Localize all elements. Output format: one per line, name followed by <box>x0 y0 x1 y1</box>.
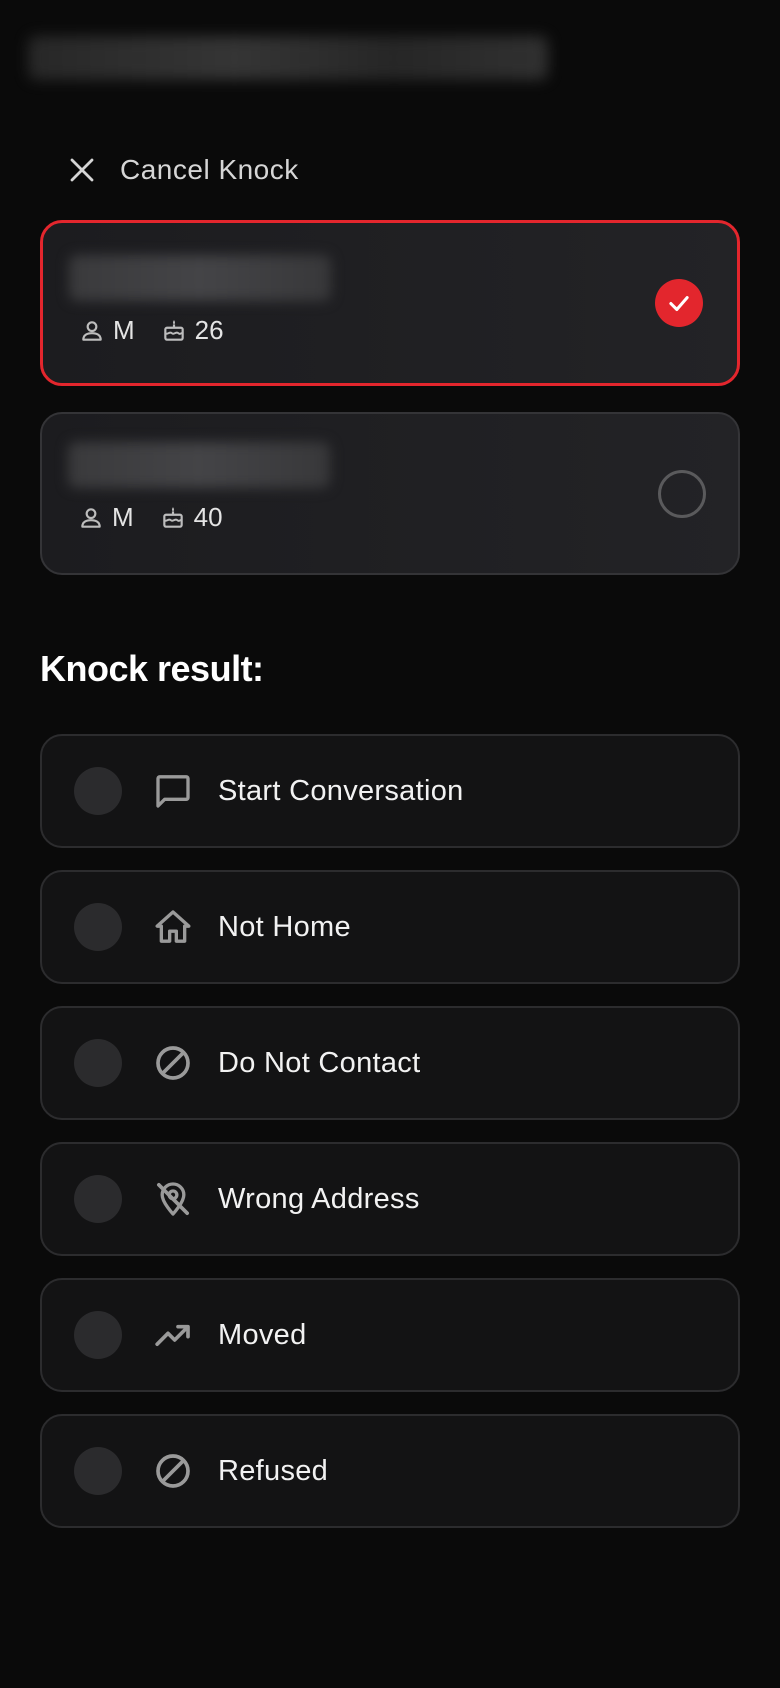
option-radio[interactable] <box>74 767 122 815</box>
person-name-blurred <box>68 442 330 488</box>
option-refused[interactable]: Refused <box>40 1414 740 1528</box>
cancel-knock-label: Cancel Knock <box>120 154 299 185</box>
option-label: Moved <box>218 1318 307 1351</box>
option-radio[interactable] <box>74 1447 122 1495</box>
home-icon <box>152 906 194 948</box>
gender-value: M <box>112 502 134 532</box>
knock-result-title: Knock result: <box>40 648 264 689</box>
person-meta: M 26 <box>79 315 250 346</box>
block-icon <box>152 1042 194 1084</box>
option-moved[interactable]: Moved <box>40 1278 740 1392</box>
option-label: Not Home <box>218 910 351 943</box>
header-blurred-address <box>28 36 548 80</box>
option-label: Wrong Address <box>218 1182 420 1215</box>
option-label: Refused <box>218 1454 329 1487</box>
person-card[interactable]: M 26 <box>40 220 740 386</box>
option-radio[interactable] <box>74 1311 122 1359</box>
person-meta: M 40 <box>78 502 249 533</box>
chat-bubble-icon <box>152 770 194 812</box>
select-radio[interactable] <box>658 470 706 518</box>
block-icon <box>152 1450 194 1492</box>
person-icon <box>78 505 104 531</box>
cake-icon <box>160 505 186 531</box>
person-name-blurred <box>69 255 331 301</box>
option-label: Do Not Contact <box>218 1046 421 1079</box>
option-wrong-address[interactable]: Wrong Address <box>40 1142 740 1256</box>
selected-check-icon[interactable] <box>655 279 703 327</box>
close-icon <box>62 150 102 190</box>
age-meta: 26 <box>161 315 224 346</box>
trending-up-icon <box>152 1314 194 1356</box>
location-off-icon <box>152 1178 194 1220</box>
cancel-knock-button[interactable]: Cancel Knock <box>62 146 299 194</box>
age-meta: 40 <box>160 502 223 533</box>
knock-result-options: Start Conversation Not Home Do Not Conta… <box>40 734 740 1550</box>
option-radio[interactable] <box>74 903 122 951</box>
person-card[interactable]: M 40 <box>40 412 740 575</box>
option-radio[interactable] <box>74 1175 122 1223</box>
option-do-not-contact[interactable]: Do Not Contact <box>40 1006 740 1120</box>
option-not-home[interactable]: Not Home <box>40 870 740 984</box>
gender-meta: M <box>78 502 134 533</box>
gender-value: M <box>113 315 135 345</box>
option-radio[interactable] <box>74 1039 122 1087</box>
gender-meta: M <box>79 315 135 346</box>
option-label: Start Conversation <box>218 774 464 807</box>
person-icon <box>79 318 105 344</box>
option-start-conversation[interactable]: Start Conversation <box>40 734 740 848</box>
age-value: 26 <box>194 315 224 345</box>
cake-icon <box>161 318 187 344</box>
age-value: 40 <box>193 502 223 532</box>
